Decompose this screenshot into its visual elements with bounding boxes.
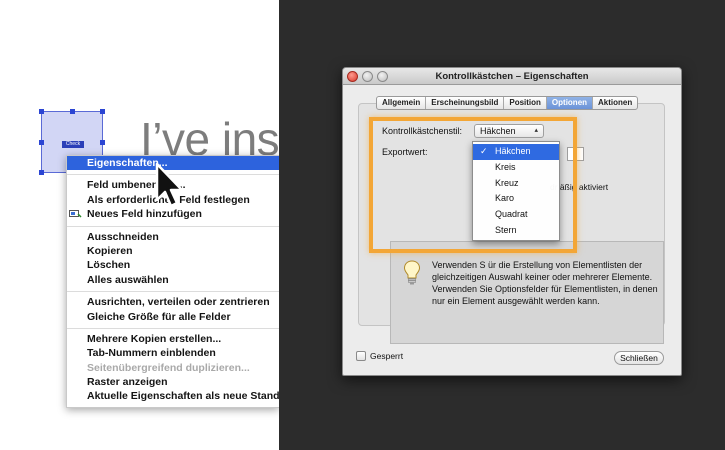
checkbox-style-value: Häkchen: [480, 126, 516, 136]
menu-item-mehrere-kopien[interactable]: Mehrere Kopien erstellen...: [67, 332, 279, 346]
minimize-window-icon[interactable]: [362, 71, 373, 82]
tab-aktionen[interactable]: Aktionen: [593, 97, 637, 109]
menu-item-tab-nummern[interactable]: Tab-Nummern einblenden: [67, 346, 279, 360]
info-text: Verwenden S ür die Erstellung von Elemen…: [432, 260, 658, 306]
tab-position[interactable]: Position: [504, 97, 547, 109]
export-label: Exportwert:: [382, 147, 428, 157]
menu-item-alles-auswaehlen[interactable]: Alles auswählen: [67, 273, 279, 287]
dropdown-option-quadrat[interactable]: Quadrat: [473, 207, 559, 223]
updown-arrows-icon: ▴: [534, 127, 538, 134]
locked-checkbox[interactable]: Gesperrt: [356, 351, 403, 361]
maximize-window-icon[interactable]: [377, 71, 388, 82]
mouse-pointer-icon: [155, 162, 184, 208]
lightbulb-icon: [403, 260, 421, 285]
resize-handle[interactable]: [39, 109, 44, 114]
info-box: Verwenden S ür die Erstellung von Elemen…: [390, 241, 664, 344]
menu-item-gleiche-groesse[interactable]: Gleiche Größe für alle Felder: [67, 310, 279, 324]
export-value-input[interactable]: [567, 147, 584, 161]
tab-optionen[interactable]: Optionen: [546, 97, 594, 109]
menu-item-aktuelle-eigenschaften[interactable]: Aktuelle Eigenschaften als neue Standar: [67, 389, 289, 403]
close-window-icon[interactable]: [347, 71, 358, 82]
dialog-titlebar[interactable]: Kontrollkästchen – Eigenschaften: [343, 68, 681, 85]
checkbox-icon[interactable]: [356, 351, 366, 361]
menu-separator: [67, 327, 279, 329]
dropdown-option-haekchen[interactable]: ✓ Häkchen: [473, 144, 559, 160]
dropdown-option-kreis[interactable]: Kreis: [473, 160, 559, 176]
menu-item-seitenuebergreifend: Seitenübergreifend duplizieren...: [87, 361, 250, 374]
checkbox-style-dropdown: ✓ Häkchen Kreis Kreuz Karo Quadrat Stern: [472, 141, 560, 241]
menu-item-ausschneiden[interactable]: Ausschneiden: [67, 230, 279, 244]
new-field-icon: [69, 210, 82, 218]
menu-item-kopieren[interactable]: Kopieren: [67, 244, 279, 258]
tab-erscheinungsbild[interactable]: Erscheinungsbild: [426, 97, 505, 109]
menu-item-ausrichten[interactable]: Ausrichten, verteilen oder zentrieren: [67, 295, 279, 309]
dialog-title: Kontrollkästchen – Eigenschaften: [435, 71, 589, 82]
resize-handle[interactable]: [39, 140, 44, 145]
menu-separator: [67, 225, 279, 227]
resize-handle[interactable]: [70, 109, 75, 114]
tab-allgemein[interactable]: Allgemein: [377, 97, 427, 109]
checkmark-icon: ✓: [480, 146, 488, 156]
style-label: Kontrollkästchenstil:: [382, 126, 463, 136]
dropdown-option-stern[interactable]: Stern: [473, 223, 559, 239]
locked-label: Gesperrt: [370, 351, 404, 361]
dropdown-option-label: Häkchen: [495, 146, 531, 156]
menu-separator: [67, 291, 279, 293]
close-button[interactable]: Schließen: [614, 351, 664, 365]
tab-bar: Allgemein Erscheinungsbild Position Opti…: [376, 96, 639, 110]
menu-item-raster-anzeigen[interactable]: Raster anzeigen: [67, 375, 279, 389]
resize-handle[interactable]: [100, 109, 105, 114]
resize-handle[interactable]: [39, 170, 44, 175]
checkbox-style-select[interactable]: Häkchen ▴: [474, 124, 544, 138]
dropdown-option-karo[interactable]: Karo: [473, 191, 559, 207]
resize-handle[interactable]: [100, 140, 105, 145]
dropdown-option-kreuz[interactable]: Kreuz: [473, 176, 559, 192]
field-name-label: Check: [62, 141, 84, 148]
menu-item-loeschen[interactable]: Löschen: [67, 258, 279, 272]
